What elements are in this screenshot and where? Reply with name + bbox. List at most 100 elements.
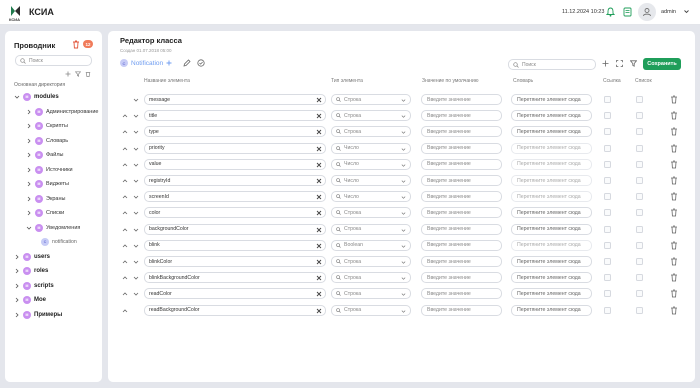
clear-icon[interactable] (316, 291, 322, 297)
link-checkbox[interactable] (604, 160, 611, 168)
chevron-right-icon[interactable] (14, 283, 20, 289)
element-type-select[interactable]: Строка (331, 126, 411, 138)
default-value-input[interactable]: Введите значение (421, 272, 502, 284)
expand-icon[interactable] (616, 60, 623, 67)
trash-icon[interactable] (670, 306, 678, 315)
default-value-input[interactable]: Введите значение (421, 304, 502, 316)
tree-item[interactable]: M Файлы (26, 150, 63, 160)
tree-item[interactable]: M Уведомления (26, 223, 80, 233)
bell-icon[interactable] (606, 7, 615, 17)
trash-icon[interactable] (670, 176, 678, 185)
trash-icon[interactable] (670, 208, 678, 217)
element-name-field[interactable]: type (144, 126, 326, 138)
list-checkbox[interactable] (636, 128, 643, 136)
move-down-icon[interactable] (133, 259, 139, 265)
clear-icon[interactable] (316, 210, 322, 216)
trash-icon[interactable] (670, 273, 678, 282)
clear-icon[interactable] (316, 308, 322, 314)
chevron-right-icon[interactable] (26, 152, 32, 158)
dictionary-dropzone[interactable]: Перетяните элемент сюда (511, 126, 592, 138)
link-checkbox[interactable] (604, 128, 611, 136)
move-up-icon[interactable] (122, 291, 128, 297)
link-checkbox[interactable] (604, 274, 611, 282)
list-checkbox[interactable] (636, 209, 643, 217)
default-value-input[interactable]: Введите значение (421, 126, 502, 138)
list-checkbox[interactable] (636, 177, 643, 184)
clear-icon[interactable] (316, 275, 322, 281)
notes-icon[interactable] (623, 7, 632, 17)
element-name-field[interactable]: color (144, 207, 326, 219)
trash-icon[interactable] (670, 95, 678, 104)
default-value-input[interactable]: Введите значение (421, 94, 502, 105)
list-checkbox[interactable] (636, 290, 643, 298)
element-name-field[interactable]: blinkColor (144, 256, 326, 267)
element-search-input[interactable]: Поиск (508, 59, 596, 70)
dictionary-dropzone[interactable]: Перетяните элемент сюда (511, 94, 592, 105)
dictionary-dropzone[interactable]: Перетяните элемент сюда (511, 256, 592, 267)
move-down-icon[interactable] (133, 227, 139, 233)
star-icon[interactable] (166, 60, 172, 66)
move-up-icon[interactable] (122, 308, 128, 314)
default-value-input[interactable]: Введите значение (421, 158, 502, 170)
move-down-icon[interactable] (133, 178, 139, 184)
username[interactable]: admin (661, 9, 676, 15)
element-type-select[interactable]: Число (331, 175, 411, 186)
move-down-icon[interactable] (133, 162, 139, 168)
trash-icon[interactable] (72, 40, 80, 49)
link-checkbox[interactable] (604, 258, 611, 265)
element-type-select[interactable]: Boolean (331, 239, 411, 251)
link-checkbox[interactable] (604, 225, 611, 233)
move-down-icon[interactable] (133, 275, 139, 281)
move-up-icon[interactable] (122, 194, 128, 200)
clear-icon[interactable] (316, 113, 322, 119)
save-button[interactable]: Сохранить (643, 58, 681, 70)
list-checkbox[interactable] (636, 193, 643, 201)
default-value-input[interactable]: Введите значение (421, 110, 502, 122)
clear-icon[interactable] (316, 162, 322, 168)
default-value-input[interactable]: Введите значение (421, 256, 502, 267)
clear-icon[interactable] (316, 259, 322, 265)
list-checkbox[interactable] (636, 144, 643, 152)
move-down-icon[interactable] (133, 194, 139, 200)
tree-item[interactable]: M Примеры (14, 310, 62, 320)
element-name-field[interactable]: priority (144, 142, 326, 154)
trash-icon[interactable] (670, 289, 678, 298)
link-checkbox[interactable] (604, 112, 611, 120)
clear-icon[interactable] (316, 227, 322, 233)
list-checkbox[interactable] (636, 225, 643, 233)
chevron-down-icon[interactable] (26, 225, 32, 231)
element-name-field[interactable]: backgroundColor (144, 223, 326, 235)
element-name-field[interactable]: readBackgroundColor (144, 304, 326, 316)
element-type-select[interactable]: Число (331, 191, 411, 203)
clear-icon[interactable] (316, 129, 322, 135)
element-name-field[interactable]: value (144, 158, 326, 170)
element-name-field[interactable]: blinkBackgroundColor (144, 272, 326, 284)
element-type-select[interactable]: Строка (331, 207, 411, 219)
clear-icon[interactable] (316, 194, 322, 200)
dictionary-dropzone[interactable]: Перетяните элемент сюда (511, 223, 592, 235)
list-checkbox[interactable] (636, 96, 643, 103)
link-checkbox[interactable] (604, 241, 611, 249)
element-type-select[interactable]: Строка (331, 110, 411, 122)
move-down-icon[interactable] (133, 113, 139, 119)
tree-item[interactable]: M Администрирование (26, 107, 98, 117)
move-down-icon[interactable] (133, 97, 139, 103)
move-up-icon[interactable] (122, 113, 128, 119)
chevron-right-icon[interactable] (14, 312, 20, 318)
element-type-select[interactable]: Строка (331, 256, 411, 267)
chevron-right-icon[interactable] (26, 109, 32, 115)
element-type-select[interactable]: Число (331, 142, 411, 154)
element-name-field[interactable]: title (144, 110, 326, 122)
dictionary-dropzone[interactable]: Перетяните элемент сюда (511, 110, 592, 122)
list-checkbox[interactable] (636, 258, 643, 265)
element-name-field[interactable]: registryId (144, 175, 326, 186)
move-up-icon[interactable] (122, 162, 128, 168)
link-checkbox[interactable] (604, 290, 611, 298)
tree-item[interactable]: Cnotification (41, 237, 77, 247)
tree-item[interactable]: M Виджеты (26, 179, 69, 189)
check-circle-icon[interactable] (197, 59, 205, 67)
chevron-right-icon[interactable] (14, 254, 20, 260)
chevron-down-icon[interactable] (683, 8, 690, 15)
plus-icon[interactable] (65, 71, 71, 77)
chevron-right-icon[interactable] (26, 167, 32, 173)
